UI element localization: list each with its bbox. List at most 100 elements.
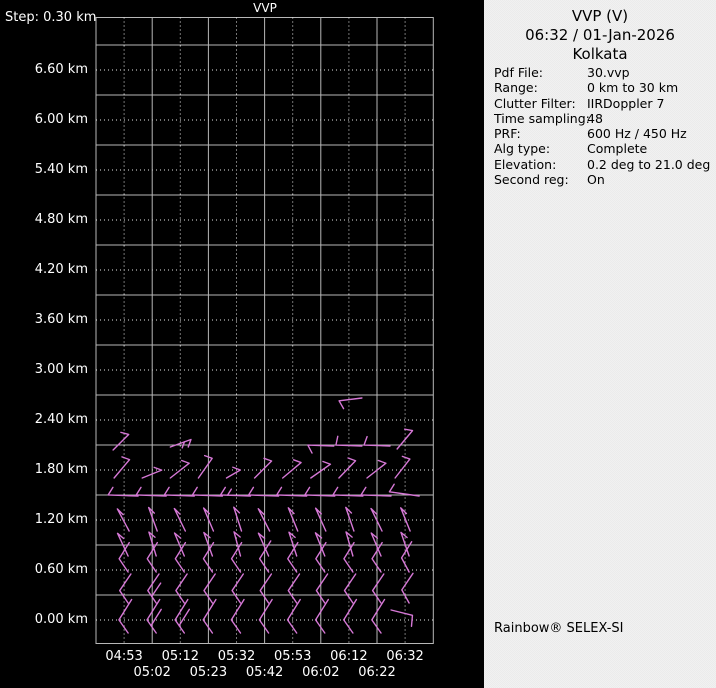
chart-region: Step: 0.30 km VVP 6.60 km 6.00 km 5.40 km 4… <box>0 0 484 688</box>
wind-barb <box>113 456 131 479</box>
info-label: Range: <box>494 80 538 96</box>
wind-barb <box>174 598 189 634</box>
x-axis-label: 04:53 <box>105 649 143 664</box>
chart-title: VVP <box>253 1 277 15</box>
info-row: Time sampling: 48 <box>494 111 712 126</box>
info-value: 48 <box>587 110 603 126</box>
info-list: Pdf File: 30.vvp Range: 0 km to 30 km Clutte… <box>494 65 712 187</box>
info-value: 30.vvp <box>587 65 630 80</box>
wind-barb <box>400 541 413 573</box>
y-axis-label: 0.00 km <box>34 612 88 627</box>
info-row: Pdf File: 30.vvp <box>494 65 712 80</box>
x-axis-label: 05:12 <box>161 649 200 664</box>
info-label: Clutter Filter: <box>494 95 576 111</box>
wind-barb-chart <box>95 17 434 644</box>
info-value: On <box>587 172 605 188</box>
panel-title: VVP (V) <box>571 7 629 25</box>
x-axis-label: 06:02 <box>302 665 340 680</box>
wind-barb <box>203 573 216 604</box>
wind-barb <box>169 459 190 479</box>
info-row: Second reg: On <box>494 172 712 187</box>
brand-footer: Rainbow® SELEX-SI <box>494 621 624 636</box>
x-axis-label: 05:53 <box>273 649 312 664</box>
wind-barb <box>401 572 414 604</box>
wind-barb <box>119 573 132 604</box>
y-axis-label: 4.20 km <box>34 262 88 277</box>
y-axis-label: 0.60 km <box>34 562 88 577</box>
wind-barb <box>231 573 244 604</box>
wind-barb <box>287 573 301 604</box>
wind-barb <box>112 431 130 451</box>
wind-barb <box>233 506 243 532</box>
wind-barb <box>371 598 386 634</box>
wind-barb <box>230 598 245 634</box>
info-row: Clutter Filter: IIRDoppler 7 <box>494 96 712 111</box>
info-label: Alg type: <box>494 141 551 157</box>
wind-barb <box>345 531 354 557</box>
wind-barb <box>118 598 133 634</box>
y-axis-label: 1.80 km <box>34 462 88 477</box>
info-row: Alg type: Complete <box>494 141 712 156</box>
wind-barb <box>366 459 387 479</box>
info-row: Range: 0 km to 30 km <box>494 80 712 95</box>
info-label: PRF: <box>494 126 521 142</box>
wind-barb <box>225 466 242 479</box>
wind-barb <box>286 598 301 634</box>
wind-barb <box>175 573 188 604</box>
x-axis-label: 05:32 <box>217 649 256 664</box>
wind-barb <box>338 397 363 410</box>
info-row: PRF: 600 Hz / 450 Hz <box>494 126 712 141</box>
info-value: 600 Hz / 450 Hz <box>587 126 687 142</box>
x-axis-label: 05:02 <box>133 665 171 680</box>
wind-barb <box>257 508 271 532</box>
wind-barb <box>345 506 355 532</box>
info-row: Elevation: 0.2 deg to 21.0 deg <box>494 157 712 172</box>
wind-barb <box>146 598 161 634</box>
wind-barb <box>394 455 411 479</box>
panel-site: Kolkata <box>572 45 628 63</box>
info-label: Pdf File: <box>494 65 543 80</box>
y-axis-label: 6.60 km <box>34 62 88 77</box>
y-axis-label: 3.00 km <box>34 362 88 377</box>
wind-barb <box>343 541 355 573</box>
panel-datetime: 06:32 / 01-Jan-2026 <box>525 26 675 44</box>
wind-barb <box>343 573 357 604</box>
wind-barb <box>314 598 330 634</box>
wind-barb <box>343 598 358 634</box>
info-value: IIRDoppler 7 <box>587 95 665 111</box>
wind-barb <box>147 506 158 532</box>
wind-barb <box>173 507 186 532</box>
wind-barb <box>390 609 414 627</box>
wind-barb <box>400 507 411 532</box>
step-label: Step: 0.30 km <box>5 10 97 25</box>
info-label: Second reg: <box>494 172 569 188</box>
info-label: Elevation: <box>494 156 557 172</box>
x-axis-label: 05:23 <box>189 665 228 680</box>
wind-barb-feather <box>151 582 162 598</box>
wind-barb <box>388 483 420 497</box>
wind-barb <box>282 459 302 479</box>
x-axis-label: 05:42 <box>245 665 284 680</box>
wind-barb <box>287 541 299 573</box>
info-value: 0 km to 30 km <box>587 80 679 96</box>
x-axis-label: 06:22 <box>358 665 396 680</box>
y-axis-label: 5.40 km <box>34 162 88 177</box>
wind-barb <box>116 508 130 532</box>
wind-barb <box>230 541 243 573</box>
info-panel: VVP (V) 06:32 / 01-Jan-2026 Kolkata Pdf … <box>484 0 716 688</box>
x-axis-label: 06:32 <box>386 649 424 664</box>
wind-barb <box>287 507 299 532</box>
y-axis-label: 2.40 km <box>34 412 88 427</box>
info-value: 0.2 deg to 21.0 deg <box>587 156 711 172</box>
wind-barb <box>338 457 357 479</box>
wind-barb <box>253 457 273 479</box>
wind-barb <box>259 573 273 604</box>
info-label: Time sampling: <box>494 110 590 126</box>
info-value: Complete <box>587 141 648 157</box>
y-axis-label: 6.00 km <box>34 112 88 127</box>
wind-barb <box>202 598 217 634</box>
y-axis-label: 1.20 km <box>34 512 88 527</box>
y-axis-label: 4.80 km <box>34 212 88 227</box>
y-axis-label: 3.60 km <box>34 312 88 327</box>
wind-barb-feather <box>226 488 233 496</box>
